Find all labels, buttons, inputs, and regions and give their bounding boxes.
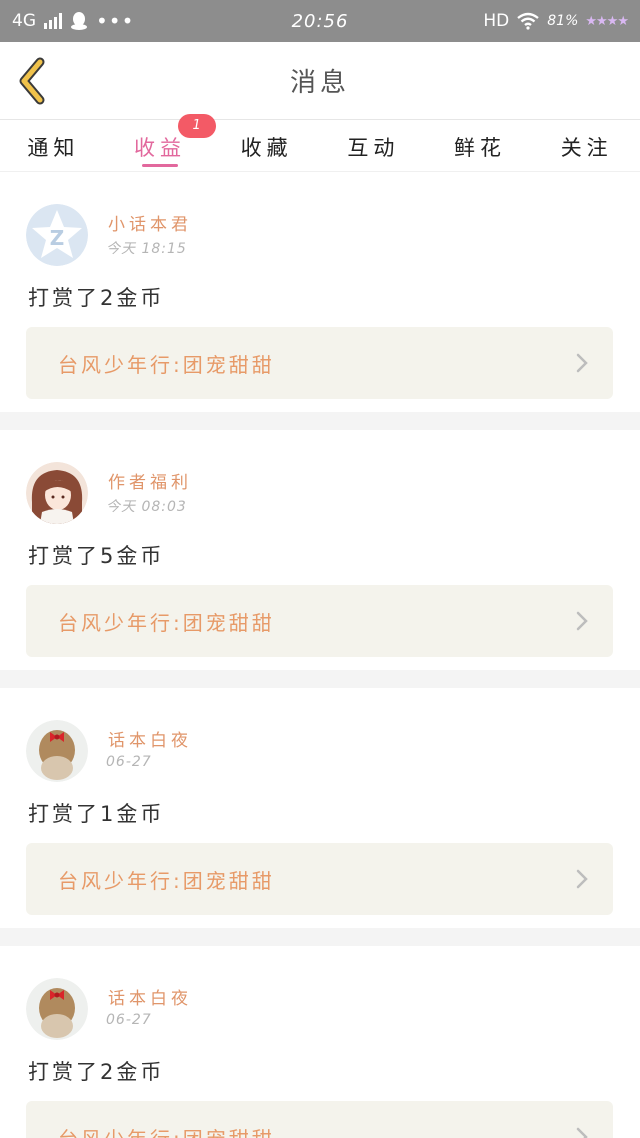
battery-percent: 81%: [547, 13, 579, 29]
message-time: 06-27: [106, 754, 152, 770]
qq-icon: [71, 12, 87, 30]
system-star-avatar[interactable]: Z: [26, 204, 88, 266]
active-tab-underline: [141, 164, 179, 167]
tab-label: 互动: [347, 136, 400, 160]
tab-following[interactable]: 关注: [533, 120, 640, 171]
author-name[interactable]: 小话本君: [108, 210, 192, 235]
tab-label: 收益: [134, 136, 186, 160]
page-title: 消息: [289, 68, 350, 98]
message-card: Z 小话本君 今天 18:15 打赏了2金币 台风少年行:团宠甜甜: [0, 172, 640, 412]
tab-flowers[interactable]: 鲜花: [427, 120, 534, 171]
story-title: 台风少年行:团宠甜甜: [58, 611, 275, 635]
network-type: 4G: [12, 11, 36, 31]
unread-badge: 1: [177, 114, 216, 138]
divider: [0, 412, 640, 430]
message-list: Z 小话本君 今天 18:15 打赏了2金币 台风少年行:团宠甜甜 作者福利 今…: [0, 172, 640, 1138]
tab-label: 关注: [560, 136, 613, 160]
battery-stars-icon: ★★★★: [585, 13, 629, 29]
reward-text: 打赏了5金币: [28, 544, 165, 568]
reward-text: 打赏了2金币: [28, 1060, 165, 1084]
back-button[interactable]: [14, 56, 54, 106]
story-link[interactable]: 台风少年行:团宠甜甜: [26, 327, 613, 399]
chevron-right-icon: [576, 353, 588, 373]
tab-favorites[interactable]: 收藏: [213, 120, 320, 171]
tab-bar: 通知 收益 1 收藏 互动 鲜花 关注: [0, 114, 640, 172]
divider: [0, 670, 640, 688]
tab-notifications[interactable]: 通知: [0, 120, 107, 171]
message-time: 今天 18:15: [106, 241, 187, 257]
wifi-icon: [517, 12, 539, 30]
svg-text:Z: Z: [50, 226, 65, 250]
status-bar: 4G ••• 20:56 HD 81% ★★★★: [0, 0, 640, 42]
story-title: 台风少年行:团宠甜甜: [58, 869, 275, 893]
anime-girl-avatar[interactable]: [26, 462, 88, 524]
page-header: 消息: [0, 42, 640, 120]
hd-label: HD: [483, 11, 510, 31]
story-title: 台风少年行:团宠甜甜: [58, 1123, 275, 1138]
story-link[interactable]: 台风少年行:团宠甜甜: [26, 843, 613, 915]
girl-bow-avatar[interactable]: [26, 978, 88, 1040]
story-title: 台风少年行:团宠甜甜: [58, 353, 275, 377]
reward-text: 打赏了1金币: [28, 802, 165, 826]
message-card: 话本白夜 06-27 打赏了1金币 台风少年行:团宠甜甜: [0, 688, 640, 928]
tab-label: 通知: [27, 136, 80, 160]
chevron-right-icon: [576, 611, 588, 631]
girl-bow-avatar[interactable]: [26, 720, 88, 782]
chevron-right-icon: [576, 1127, 588, 1138]
status-left: 4G •••: [12, 11, 134, 31]
story-link[interactable]: 台风少年行:团宠甜甜: [26, 585, 613, 657]
signal-icon: [44, 13, 62, 29]
tab-earnings[interactable]: 收益 1: [107, 114, 216, 171]
message-time: 今天 08:03: [106, 499, 187, 515]
author-name[interactable]: 话本白夜: [108, 726, 192, 751]
chevron-right-icon: [576, 869, 588, 889]
tab-label: 鲜花: [454, 136, 507, 160]
message-card: 作者福利 今天 08:03 打赏了5金币 台风少年行:团宠甜甜: [0, 430, 640, 670]
message-time: 06-27: [106, 1012, 152, 1028]
divider: [0, 928, 640, 946]
tab-label: 收藏: [240, 136, 293, 160]
status-right: HD 81% ★★★★: [483, 11, 629, 31]
message-card: 话本白夜 06-27 打赏了2金币 台风少年行:团宠甜甜: [0, 946, 640, 1138]
author-name[interactable]: 作者福利: [108, 468, 192, 493]
tab-interactions[interactable]: 互动: [320, 120, 427, 171]
more-notifications-icon: •••: [96, 9, 135, 33]
story-link[interactable]: 台风少年行:团宠甜甜: [26, 1101, 613, 1138]
reward-text: 打赏了2金币: [28, 286, 165, 310]
author-name[interactable]: 话本白夜: [108, 984, 192, 1009]
